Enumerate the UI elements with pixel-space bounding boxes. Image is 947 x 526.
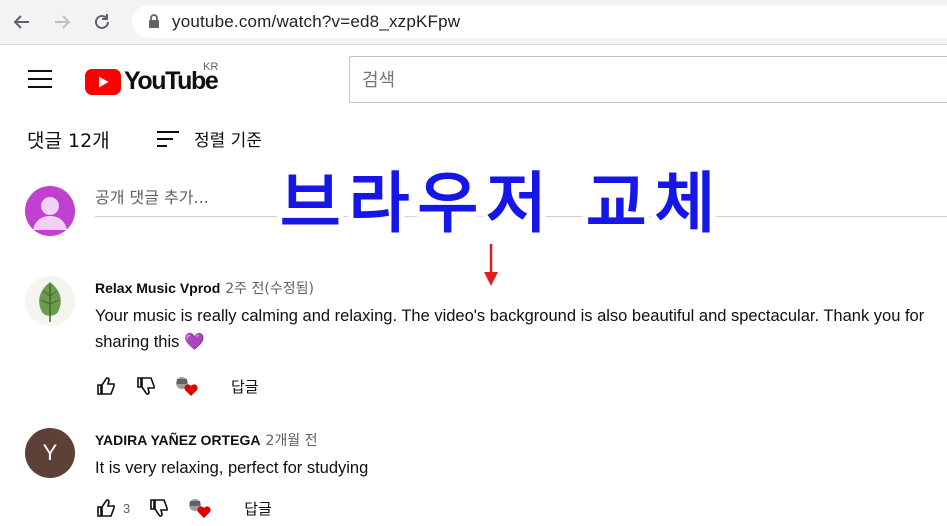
url-text: youtube.com/watch?v=ed8_xzpKFpw <box>172 12 461 31</box>
comment-text: Your music is really calming and relaxin… <box>95 307 925 351</box>
region-code: KR <box>203 61 219 73</box>
comment-count: 댓글 12개 <box>27 130 110 152</box>
sort-button[interactable]: 정렬 기준 <box>157 126 297 151</box>
like-button[interactable] <box>95 497 117 519</box>
youtube-header: YouTube KR <box>0 45 947 115</box>
forward-button[interactable] <box>50 10 74 34</box>
comment-author[interactable]: YADIRA YAÑEZ ORTEGA <box>95 432 260 448</box>
reload-button[interactable] <box>90 10 114 34</box>
commenter-avatar[interactable]: Y <box>25 428 75 478</box>
comment-author[interactable]: Relax Music Vprod <box>95 280 220 296</box>
hamburger-icon <box>28 70 52 88</box>
comment-meta: Relax Music Vprod 2주 전(수정됨) <box>95 278 314 298</box>
search-input[interactable] <box>360 57 924 103</box>
like-count: 3 <box>123 500 131 516</box>
dislike-button[interactable] <box>148 497 170 519</box>
like-button[interactable] <box>95 375 117 397</box>
arrow-left-icon <box>13 15 29 29</box>
youtube-logo[interactable]: YouTube KR <box>85 61 219 96</box>
creator-heart-icon <box>189 499 211 518</box>
commenter-avatar[interactable] <box>25 276 75 326</box>
thumbs-up-icon <box>97 377 115 395</box>
comment-actions: 답글 <box>95 374 259 398</box>
comment-text: It is very relaxing, perfect for studyin… <box>95 459 369 477</box>
thumbs-up-icon <box>97 499 115 517</box>
menu-button[interactable] <box>28 69 52 89</box>
creator-heart <box>186 496 212 520</box>
comment-meta: YADIRA YAÑEZ ORTEGA 2개월 전 <box>95 430 317 450</box>
reply-button[interactable]: 답글 <box>244 498 272 519</box>
lock-icon <box>149 14 159 28</box>
back-button[interactable] <box>10 10 34 34</box>
comment-actions: 3 답글 <box>95 496 272 520</box>
address-bar[interactable]: youtube.com/watch?v=ed8_xzpKFpw <box>132 5 947 38</box>
leaf-icon <box>39 282 61 322</box>
play-logo-icon <box>85 68 121 95</box>
creator-heart-icon <box>176 377 198 396</box>
sort-label: 정렬 기준 <box>194 131 262 151</box>
creator-heart <box>173 374 199 398</box>
sort-icon <box>157 130 179 147</box>
search-box <box>349 56 947 103</box>
browser-toolbar: youtube.com/watch?v=ed8_xzpKFpw <box>0 0 947 45</box>
arrow-down-icon <box>484 244 498 286</box>
dislike-button[interactable] <box>135 375 157 397</box>
overlay-caption: 브라우저 교체 <box>280 165 724 242</box>
user-avatar <box>25 186 75 236</box>
reply-button[interactable]: 답글 <box>231 376 259 397</box>
arrow-right-icon <box>55 15 71 29</box>
person-icon <box>33 197 67 230</box>
comment-time[interactable]: 2주 전(수정됨) <box>225 278 314 298</box>
avatar-letter: Y <box>42 440 58 465</box>
thumbs-down-icon <box>150 499 169 517</box>
comment-time[interactable]: 2개월 전 <box>265 430 317 450</box>
comments-header: 댓글 12개 정렬 기준 <box>27 126 262 153</box>
thumbs-down-icon <box>137 377 155 395</box>
reload-icon <box>95 14 109 29</box>
